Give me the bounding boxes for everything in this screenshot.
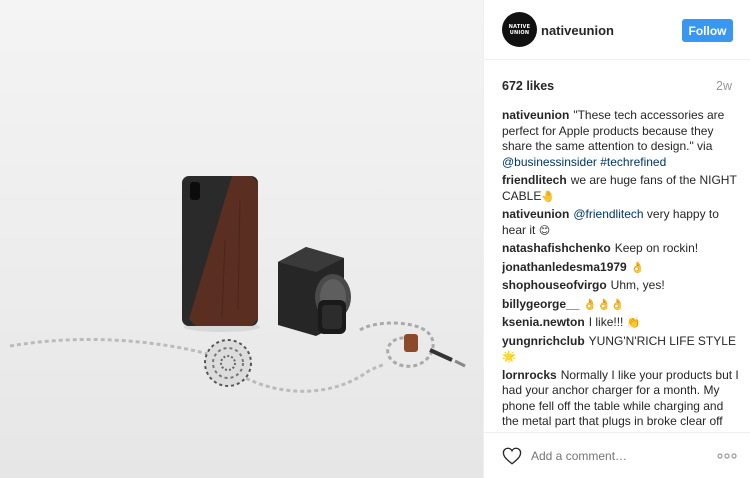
clap-emoji-icon: 👏 bbox=[626, 316, 641, 329]
comment-username[interactable]: nativeunion bbox=[502, 207, 569, 221]
comment-item: yungnrichclub YUNG'N'RICH LIFE STYLE 🌟 bbox=[502, 334, 740, 365]
charging-dock-image bbox=[278, 247, 351, 336]
comment-item: lornrocks Normally I like your products b… bbox=[502, 368, 740, 430]
comment-mention-link[interactable]: @friendlitech bbox=[573, 207, 643, 221]
post-age[interactable]: 2w bbox=[716, 79, 732, 93]
comment-item: natashafishchenko Keep on rockin! bbox=[502, 241, 740, 257]
comment-item: jonathanledesma1979 👌 bbox=[502, 260, 740, 276]
comment-text: YUNG'N'RICH LIFE STYLE bbox=[588, 333, 736, 348]
comment-mention-link[interactable]: @businessinsider #techrefined bbox=[502, 155, 666, 169]
post-header: NATIVE UNION nativeunion Follow bbox=[484, 0, 750, 60]
comment-item: billygeorge__ 👌👌👌 bbox=[502, 297, 740, 313]
comment-item: ksenia.newton I like!!! 👏 bbox=[502, 315, 740, 331]
avatar[interactable]: NATIVE UNION bbox=[502, 12, 537, 47]
comment-username[interactable]: lornrocks bbox=[502, 368, 557, 382]
comment-username[interactable]: ksenia.newton bbox=[502, 315, 585, 329]
comment-footer bbox=[484, 432, 750, 478]
comment-text: Uhm, yes! bbox=[610, 278, 665, 292]
comment-username[interactable]: jonathanledesma1979 bbox=[502, 260, 627, 274]
comment-item: nativeunion "These tech accessories are p… bbox=[502, 108, 740, 170]
comment-item: shophouseofvirgo Uhm, yes! bbox=[502, 278, 740, 294]
comments-list[interactable]: nativeunion "These tech accessories are p… bbox=[502, 108, 740, 430]
comment-item: friendlitech we are huge fans of the NIGH… bbox=[502, 173, 740, 204]
comment-item: nativeunion @friendlitech very happy to h… bbox=[502, 207, 740, 238]
smile-emoji-icon: 😊 bbox=[538, 223, 551, 237]
comment-username[interactable]: billygeorge__ bbox=[502, 297, 579, 311]
comment-username[interactable]: shophouseofvirgo bbox=[502, 278, 607, 292]
comment-username[interactable]: natashafishchenko bbox=[502, 241, 611, 255]
post-photo[interactable] bbox=[0, 0, 483, 478]
post-username[interactable]: nativeunion bbox=[541, 23, 614, 38]
comment-text: Keep on rockin! bbox=[614, 241, 699, 255]
comment-username[interactable]: yungnrichclub bbox=[502, 334, 585, 348]
follow-button[interactable]: Follow bbox=[682, 19, 733, 42]
add-comment-input[interactable] bbox=[531, 446, 711, 466]
comment-username[interactable]: nativeunion bbox=[502, 108, 569, 122]
heart-icon[interactable] bbox=[502, 447, 522, 465]
knot-image bbox=[204, 339, 252, 387]
comment-username[interactable]: friendlitech bbox=[502, 173, 567, 187]
ok-hand-emoji-icon: 👌👌👌 bbox=[583, 297, 625, 311]
star-emoji-icon: 🌟 bbox=[502, 350, 516, 363]
product-photo-illustration bbox=[9, 176, 466, 393]
hand-emoji-icon: 🤚 bbox=[541, 189, 556, 203]
more-options-icon[interactable] bbox=[716, 449, 738, 463]
post-sidebar: NATIVE UNION nativeunion Follow 672 like… bbox=[483, 0, 750, 478]
likes-count[interactable]: 672 likes bbox=[502, 79, 554, 93]
phone-case-image bbox=[182, 176, 258, 326]
ok-hand-emoji-icon: 👌 bbox=[630, 260, 645, 274]
comment-text: I like!!! bbox=[588, 315, 624, 329]
